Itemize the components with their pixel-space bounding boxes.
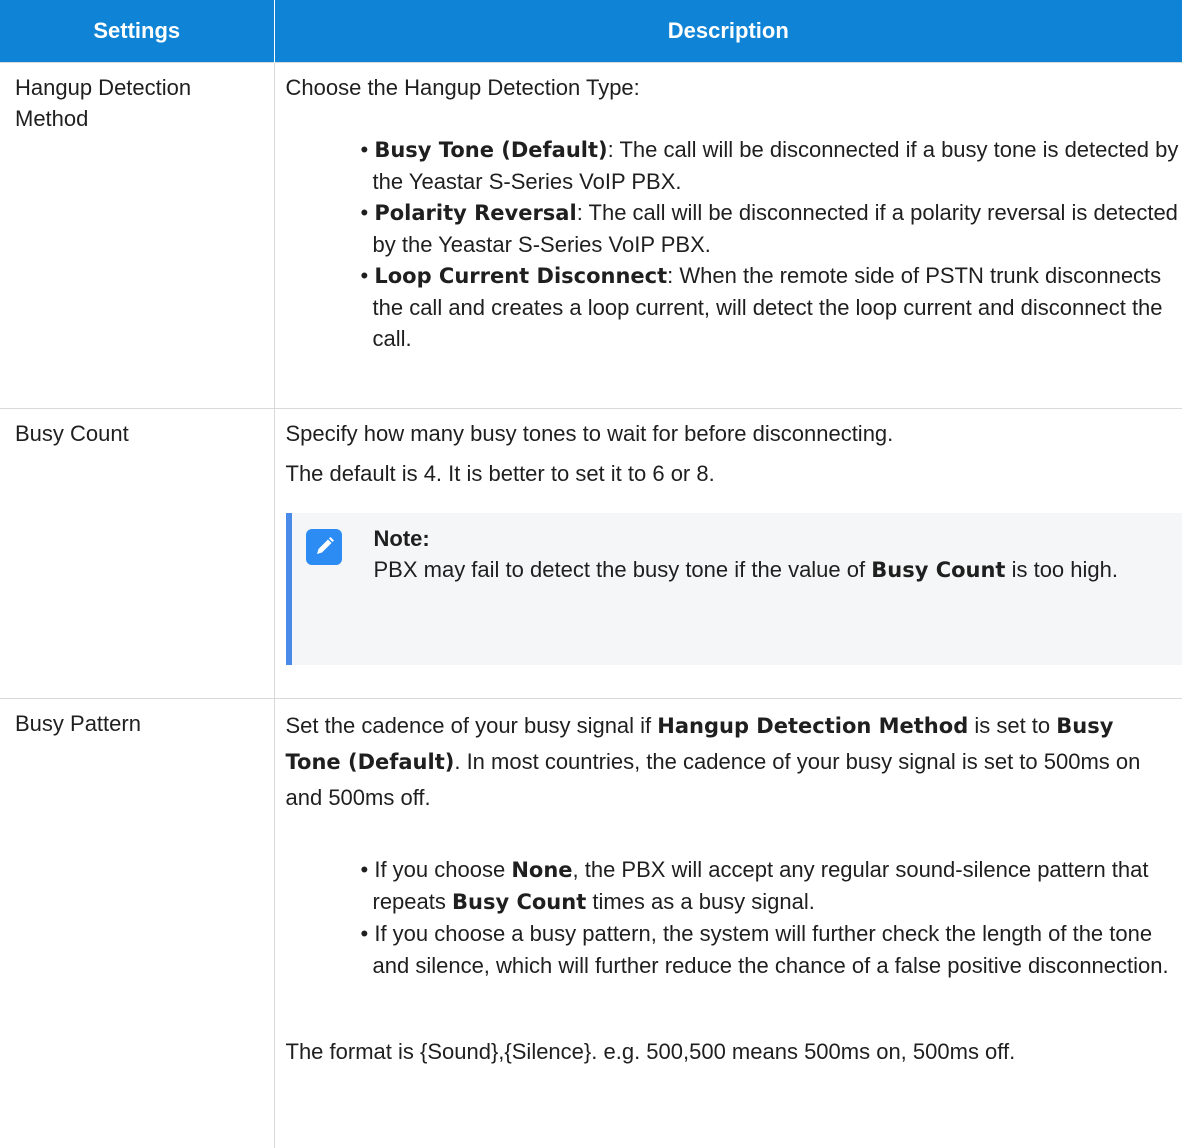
text-part: If you choose a busy pattern, the system… (373, 921, 1169, 978)
note-title: Note: (374, 523, 1182, 554)
option-list: • Busy Tone (Default): The call will be … (286, 134, 1182, 354)
description-line: Specify how many busy tones to wait for … (286, 418, 1182, 449)
list-item: • If you choose a busy pattern, the syst… (361, 918, 1182, 982)
setting-description: Set the cadence of your busy signal if H… (274, 699, 1182, 1148)
note-callout: Note: PBX may fail to detect the busy to… (286, 513, 1182, 665)
settings-table: Settings Description Hangup Detection Me… (0, 0, 1182, 1148)
table-row: Busy Pattern Set the cadence of your bus… (0, 699, 1182, 1148)
list-item: • Loop Current Disconnect: When the remo… (361, 260, 1182, 354)
text-part: is set to (968, 713, 1056, 738)
edit-note-icon (306, 529, 342, 565)
option-list: • If you choose None, the PBX will accep… (286, 854, 1182, 982)
text-part: If you choose (374, 857, 511, 882)
table-header-row: Settings Description (0, 0, 1182, 63)
table-row: Busy Count Specify how many busy tones t… (0, 409, 1182, 699)
description-line: The default is 4. It is better to set it… (286, 458, 1182, 489)
note-text-part: is too high. (1005, 557, 1118, 582)
note-term: Busy Count (871, 558, 1005, 582)
format-line: The format is {Sound},{Silence}. e.g. 50… (286, 1034, 1182, 1070)
header-settings: Settings (0, 0, 274, 63)
note-text-part: PBX may fail to detect the busy tone if … (374, 557, 872, 582)
note-text: PBX may fail to detect the busy tone if … (374, 554, 1182, 586)
setting-name: Busy Pattern (0, 699, 274, 1148)
term: Hangup Detection Method (657, 714, 968, 738)
text-part: Set the cadence of your busy signal if (286, 713, 658, 738)
option-term: Busy Tone (Default) (374, 138, 607, 162)
description-paragraph: Set the cadence of your busy signal if H… (286, 708, 1182, 816)
list-item: • Polarity Reversal: The call will be di… (361, 197, 1182, 260)
header-description: Description (274, 0, 1182, 63)
option-term: Loop Current Disconnect (374, 264, 667, 288)
setting-description: Choose the Hangup Detection Type: • Busy… (274, 63, 1182, 409)
term: None (511, 858, 572, 882)
setting-name: Hangup Detection Method (0, 63, 274, 409)
setting-description: Specify how many busy tones to wait for … (274, 409, 1182, 699)
setting-name: Busy Count (0, 409, 274, 699)
term: Busy Count (452, 890, 586, 914)
list-item: • Busy Tone (Default): The call will be … (361, 134, 1182, 197)
text-part: times as a busy signal. (586, 889, 815, 914)
option-term: Polarity Reversal (374, 201, 576, 225)
list-item: • If you choose None, the PBX will accep… (361, 854, 1182, 918)
description-intro: Choose the Hangup Detection Type: (286, 72, 1182, 103)
table-row: Hangup Detection Method Choose the Hangu… (0, 63, 1182, 409)
